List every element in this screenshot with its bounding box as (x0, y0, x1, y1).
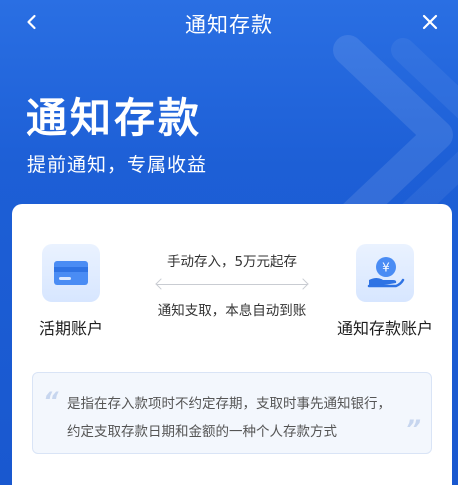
bidirectional-arrow (157, 284, 307, 285)
hero-title: 通知存款 (26, 94, 202, 142)
bank-card-icon (54, 261, 88, 285)
withdraw-rule-text: 通知支取，本息自动到账 (157, 303, 307, 319)
close-icon (422, 14, 438, 30)
current-account-block: 活期账户 (16, 244, 126, 339)
definition-text: 是指在存入款项时不约定存期，支取时事先通知银行，约定支取存款日期和金额的一种个人… (67, 396, 391, 440)
notice-deposit-account-icon-box: ¥ (356, 244, 414, 302)
current-account-label: 活期账户 (38, 319, 103, 338)
current-account-icon-box (42, 244, 100, 302)
top-navigation-bar: 通知存款 (0, 0, 458, 44)
currency-symbol: ¥ (382, 261, 390, 275)
close-quote-icon: ” (405, 415, 421, 443)
hand-coin-icon: ¥ (367, 257, 405, 288)
deposit-rule-text: 手动存入，5万元起存 (166, 254, 298, 270)
notice-deposit-account-block: ¥ 通知存款账户 (330, 244, 440, 339)
open-quote-icon: “ (43, 387, 59, 415)
notice-deposit-screen: 通知存款 通知存款 提前通知，专属收益 活期账户 手动存入，5万元起存 通知支取… (0, 0, 458, 485)
definition-note: “ 是指在存入款项时不约定存期，支取时事先通知银行，约定支取存款日期和金额的一种… (32, 372, 432, 454)
page-title: 通知存款 (185, 13, 273, 37)
notice-deposit-account-label: 通知存款账户 (336, 319, 433, 338)
deposit-info-card: 活期账户 手动存入，5万元起存 通知支取，本息自动到账 ¥ 通知存款账户 “ 是… (12, 204, 452, 485)
transfer-flow: 手动存入，5万元起存 通知支取，本息自动到账 (147, 250, 317, 319)
hero-subtitle: 提前通知，专属收益 (27, 154, 208, 176)
close-button[interactable] (416, 8, 444, 36)
